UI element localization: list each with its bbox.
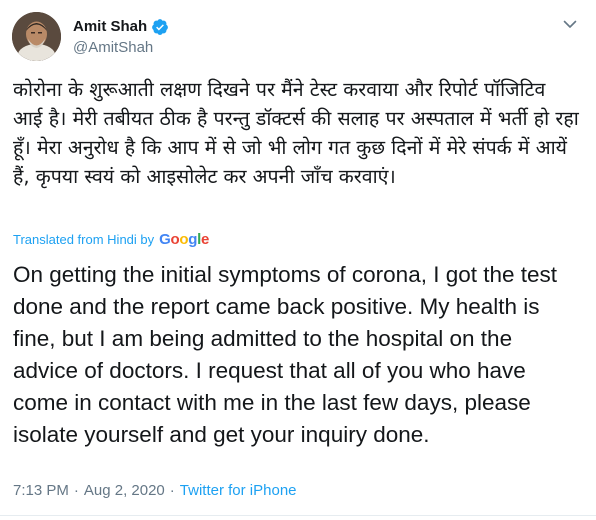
- tweet-header: Amit Shah @AmitShah: [12, 10, 169, 62]
- user-handle[interactable]: @AmitShah: [73, 39, 169, 56]
- avatar[interactable]: [12, 11, 61, 61]
- user-block: Amit Shah @AmitShah: [73, 17, 169, 56]
- translated-from-label[interactable]: Translated from Hindi by: [13, 232, 154, 247]
- tweet-card: Amit Shah @AmitShah कोरोना के शुरूआती लक…: [0, 0, 596, 520]
- translation-attribution: Translated from Hindi by Google: [13, 231, 209, 248]
- tweet-source-link[interactable]: Twitter for iPhone: [180, 482, 297, 499]
- verified-badge-icon: [151, 18, 169, 36]
- google-logo: Google: [159, 231, 210, 248]
- tweet-time[interactable]: 7:13 PM: [13, 482, 69, 499]
- meta-separator: ·: [73, 482, 79, 499]
- tweet-text-translation: On getting the initial symptoms of coron…: [13, 262, 558, 447]
- tweet-date[interactable]: Aug 2, 2020: [84, 482, 165, 499]
- chevron-down-icon[interactable]: [562, 16, 578, 32]
- name-row: Amit Shah: [73, 17, 169, 37]
- display-name[interactable]: Amit Shah: [73, 18, 147, 35]
- divider: [0, 515, 596, 516]
- avatar-image: [12, 11, 61, 61]
- tweet-metadata: 7:13 PM · Aug 2, 2020 · Twitter for iPho…: [13, 482, 297, 499]
- tweet-text-hindi: कोरोना के शुरूआती लक्षण दिखने पर मैंने ट…: [13, 78, 579, 188]
- meta-separator: ·: [169, 482, 175, 499]
